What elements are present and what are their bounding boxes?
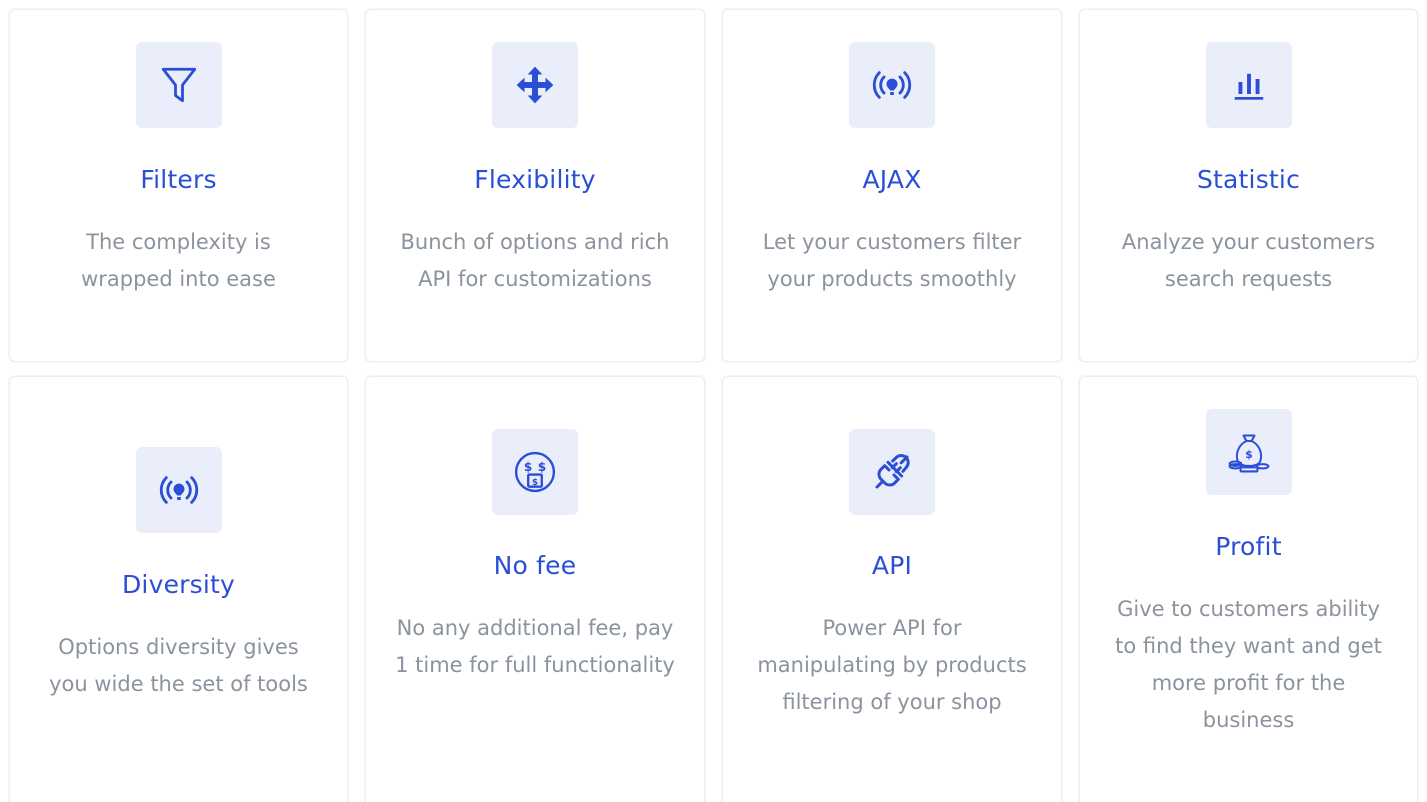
feature-title: AJAX [862, 165, 922, 194]
feature-icon-box [1205, 42, 1292, 128]
feature-icon-box [849, 429, 935, 515]
feature-description: Power API for manipulating by products f… [757, 616, 1027, 714]
feature-card-api: API Power API for manipulating by produc… [722, 376, 1062, 802]
feature-title: Profit [1215, 532, 1282, 561]
feature-icon-box [849, 42, 935, 128]
feature-icon-box [135, 447, 222, 533]
feature-card-profit: $ Profit Give to customers ability to fi… [1079, 376, 1418, 802]
move-arrows-icon [516, 66, 554, 104]
money-bag-icon: $ [1228, 434, 1269, 473]
feature-description: Give to customers ability to find they w… [1115, 597, 1382, 732]
svg-text:$: $ [538, 460, 546, 474]
feature-title: Statistic [1196, 165, 1301, 194]
feature-icon-box: $ $ $ [492, 429, 578, 515]
feature-title: Filters [140, 165, 217, 194]
broadcast-icon [872, 71, 912, 99]
feature-card-flexibility: Flexibility Bunch of options and rich AP… [365, 9, 705, 362]
feature-description: No any additional fee, pay 1 time for fu… [395, 616, 675, 677]
feature-card-filters: Filters The complexity is wrapped into e… [9, 9, 348, 362]
feature-description: Bunch of options and rich API for custom… [400, 230, 670, 291]
feature-title: Flexibility [474, 165, 596, 194]
feature-title: Diversity [121, 570, 236, 599]
broadcast-icon [159, 476, 198, 504]
plug-icon [875, 454, 910, 489]
feature-icon-box [492, 42, 578, 128]
feature-title: API [871, 551, 913, 580]
feature-description: Let your customers filter your products … [762, 230, 1022, 291]
feature-description: Options diversity gives you wide the set… [49, 635, 308, 696]
bar-chart-icon [1234, 73, 1263, 100]
feature-title: No fee [493, 551, 577, 580]
feature-icon-box [135, 42, 222, 128]
features-grid: Filters The complexity is wrapped into e… [0, 0, 1427, 802]
feature-card-ajax: AJAX Let your customers filter your prod… [722, 9, 1062, 362]
svg-text:$: $ [532, 478, 538, 488]
svg-text:$: $ [524, 460, 532, 474]
feature-description: Analyze your customers search requests [1121, 230, 1376, 291]
feature-description: The complexity is wrapped into ease [81, 230, 276, 291]
feature-icon-box: $ [1205, 409, 1292, 495]
svg-text:$: $ [1245, 448, 1253, 461]
feature-card-statistic: Statistic Analyze your customers search … [1079, 9, 1418, 362]
feature-card-diversity: Diversity Options diversity gives you wi… [9, 376, 348, 802]
money-face-icon: $ $ $ [514, 451, 556, 493]
filter-icon [161, 67, 196, 103]
feature-card-no-fee: $ $ $ No fee No any additional fee, pay … [365, 376, 705, 802]
